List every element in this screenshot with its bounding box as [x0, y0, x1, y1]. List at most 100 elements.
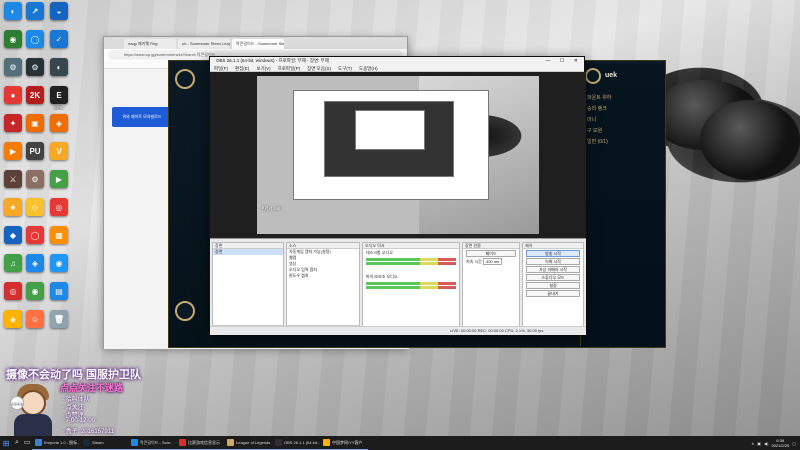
- app-icon: ▣: [26, 114, 44, 132]
- desktop-shortcut[interactable]: 🗑: [46, 310, 72, 329]
- tray-chevron-icon[interactable]: ∧: [751, 441, 754, 446]
- menu-scene-collection[interactable]: 장면 모음(S): [307, 65, 331, 71]
- nested-capture: [324, 101, 454, 177]
- desktop-shortcut[interactable]: ▤: [46, 282, 72, 301]
- preview-overlay-caption: 쿠르키 소비: [261, 206, 281, 211]
- app-icon: ◉: [26, 282, 44, 300]
- friend-group[interactable]: 일반 (0/1): [581, 136, 665, 147]
- desktop-shortcut[interactable]: ⚙: [22, 58, 48, 77]
- desktop-shortcut[interactable]: ☺: [22, 310, 48, 329]
- taskbar-app-icon: [35, 439, 42, 446]
- taskbar-app[interactable]: 락큰길이드 - Sum...: [128, 436, 176, 450]
- taskbar-app-icon: [227, 439, 234, 446]
- nested-capture: [293, 90, 489, 200]
- notification-icon[interactable]: ▢: [792, 441, 796, 446]
- network-icon[interactable]: ▣: [757, 441, 761, 446]
- scene-item[interactable]: 장면: [213, 249, 283, 255]
- browser-tab-active[interactable]: 락큰길이드 - Summoner Sleen: [232, 39, 284, 49]
- task-view-icon[interactable]: ▭: [22, 436, 32, 450]
- volume-icon[interactable]: ◀): [764, 441, 768, 446]
- mixer-channel-label: 데스크톱 오디오: [366, 250, 393, 255]
- friend-group[interactable]: 구 모원: [581, 125, 665, 136]
- taskbar-app-icon: [323, 439, 330, 446]
- app-icon: ✦: [4, 114, 22, 132]
- virtual-camera-button[interactable]: 가상 카메라 시작: [526, 266, 580, 273]
- desktop-shortcut[interactable]: ▶: [46, 170, 72, 189]
- shortcut-label: EPIC: [54, 105, 64, 110]
- desktop-shortcut[interactable]: ◎: [46, 198, 72, 217]
- app-icon: ⚔: [4, 170, 22, 188]
- app-icon: ▶: [50, 170, 68, 188]
- browser-tab[interactable]: naqp 패키웨 Rng: [124, 39, 176, 49]
- exit-button[interactable]: 끝내기: [526, 290, 580, 297]
- search-icon[interactable]: ⌕: [12, 436, 22, 450]
- volume-meter: [366, 262, 456, 265]
- app-icon: ⚙: [26, 58, 44, 76]
- system-tray: ∧ ▣ ◀) 6:39 2021/2/25 ▢: [751, 436, 800, 450]
- desktop-shortcut[interactable]: ◇: [22, 198, 48, 217]
- desktop-shortcut[interactable]: ↗: [22, 2, 48, 21]
- overlay-title: 摄像不会动了吗 国服护卫队: [6, 369, 142, 381]
- desktop-shortcut[interactable]: ◉: [22, 282, 48, 301]
- desktop-shortcut[interactable]: ◈: [22, 254, 48, 273]
- transition-select[interactable]: 페이드: [466, 250, 516, 257]
- profile-avatar[interactable]: [585, 68, 601, 84]
- settings-button[interactable]: 설정: [526, 282, 580, 289]
- app-icon: ◯: [26, 30, 44, 48]
- obs-menubar: 파일(F) 편집(E) 보기(V) 프로파일(P) 장면 모음(S) 도구(T)…: [210, 65, 584, 72]
- taskbar-app[interactable]: Steam: [80, 436, 128, 450]
- desktop-shortcut[interactable]: ◯: [22, 30, 48, 49]
- desktop-shortcut[interactable]: ✓: [46, 30, 72, 49]
- nested-capture: [355, 110, 425, 150]
- taskbar-app[interactable]: Emporia 1.0 - 图标...: [32, 436, 80, 450]
- taskbar-app[interactable]: 比赛游戏信息显示: [176, 436, 224, 450]
- menu-view[interactable]: 보기(V): [256, 65, 270, 71]
- clock[interactable]: 6:39 2021/2/25: [771, 438, 789, 448]
- studio-mode-button[interactable]: 스튜디오 모드: [526, 274, 580, 281]
- app-icon: ◐: [50, 58, 68, 76]
- desktop-shortcut[interactable]: ◒: [46, 2, 72, 21]
- menu-profile[interactable]: 프로파일(P): [278, 65, 301, 71]
- desktop-shortcut[interactable]: V: [46, 142, 72, 161]
- desktop-shortcut[interactable]: ⚙: [22, 170, 48, 189]
- app-icon: ⚙: [26, 170, 44, 188]
- desktop-shortcut[interactable]: ◉: [46, 254, 72, 273]
- desktop-shortcut[interactable]: ▦: [46, 226, 72, 245]
- taskbar-app[interactable]: OBS 26.1.1 (64 bit...: [272, 436, 320, 450]
- wallpaper-shoe: [700, 100, 800, 180]
- desktop-shortcut[interactable]: 2K: [22, 86, 48, 105]
- windows-start-icon[interactable]: ⊞: [0, 436, 12, 450]
- desktop-shortcut[interactable]: ▣: [22, 114, 48, 133]
- start-streaming-button[interactable]: 방송 시작: [526, 250, 580, 257]
- promo-banner[interactable]: 위와 페이트 모하빌로드: [112, 107, 172, 127]
- desktop-shortcut[interactable]: ◯: [22, 226, 48, 245]
- menu-edit[interactable]: 편집(E): [235, 65, 249, 71]
- app-icon: ◎: [50, 198, 68, 216]
- duration-input[interactable]: 300 ms: [482, 258, 503, 265]
- start-recording-button[interactable]: 녹화 시작: [526, 258, 580, 265]
- menu-tools[interactable]: 도구(T): [338, 65, 352, 71]
- menu-help[interactable]: 도움말(H): [359, 65, 378, 71]
- obs-statusbar: LIVE: 00:00:00 REC: 00:00:00 CPU: 2.1%, …: [210, 326, 586, 333]
- taskbar: ⊞ ⌕ ▭ Emporia 1.0 - 图标... Steam 락큰길이드 - Su…: [0, 436, 800, 450]
- window-controls[interactable]: — ☐ ✕: [546, 57, 582, 65]
- app-icon: ▤: [50, 282, 68, 300]
- taskbar-app[interactable]: League of Legends: [224, 436, 272, 450]
- browser-tab[interactable]: ub - Summoner Sleen League: [178, 39, 230, 49]
- app-icon: ◈: [26, 254, 44, 272]
- obs-window[interactable]: OBS 26.1.1 (64-bit, windows) - 프로파일: 무제 …: [209, 56, 586, 335]
- desktop-shortcut[interactable]: E EPIC: [46, 86, 72, 110]
- summoner-name: uek: [605, 72, 618, 79]
- obs-preview[interactable]: 쿠르키 소비: [210, 72, 586, 238]
- taskbar-app-label: 比赛游戏信息显示: [188, 439, 220, 445]
- desktop-shortcut[interactable]: PU: [22, 142, 48, 161]
- overlay-line: · 盒子: 2016167911: [62, 429, 114, 435]
- obs-docks: 장면 장면 + − ∧ ∨ 소스 자동게임 캡처 가능(설정) 웹캠 영상 오디…: [210, 238, 586, 335]
- menu-file[interactable]: 파일(F): [214, 65, 228, 71]
- source-item[interactable]: 윈도우 캡처: [287, 273, 359, 279]
- taskbar-app[interactable]: 中国梦网/YY客户: [320, 436, 368, 450]
- browser-tabs: naqp 패키웨 Rng ub - Summoner Sleen League …: [104, 37, 407, 49]
- league-logo-icon: [175, 69, 195, 89]
- desktop-shortcut[interactable]: ◐: [46, 58, 72, 77]
- desktop-shortcut[interactable]: ◈: [46, 114, 72, 133]
